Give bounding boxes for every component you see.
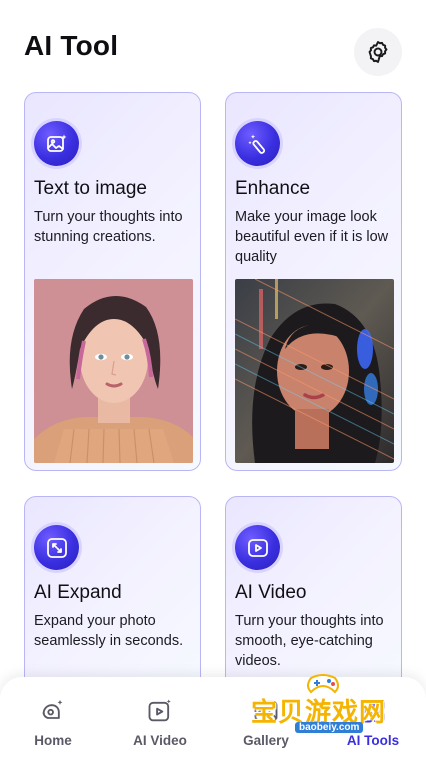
video-play-icon xyxy=(148,699,171,722)
page-title: AI Tool xyxy=(24,30,119,61)
tools-icon xyxy=(361,699,385,723)
settings-button[interactable] xyxy=(354,28,402,76)
card-title: Text to image xyxy=(34,178,147,199)
tool-card-enhance[interactable]: Enhance Make your image look beautiful e… xyxy=(225,92,402,471)
nav-label: AI Video xyxy=(133,733,187,748)
gear-icon xyxy=(368,41,388,63)
image-sparkle-icon xyxy=(34,121,79,166)
nav-label: Home xyxy=(34,733,72,748)
tool-card-ai-video[interactable]: AI Video Turn your thoughts into smooth,… xyxy=(225,496,402,696)
tool-card-text-to-image[interactable]: Text to image Turn your thoughts into st… xyxy=(24,92,201,471)
home-sparkle-icon xyxy=(42,699,63,719)
magic-wand-icon xyxy=(235,121,280,166)
tool-card-ai-expand[interactable]: AI Expand Expand your photo seamlessly i… xyxy=(24,496,201,696)
nav-label: AI Tools xyxy=(346,733,400,748)
nav-item-ai-video[interactable]: AI Video xyxy=(120,697,200,753)
card-description: Expand your photo seamlessly in seconds. xyxy=(34,613,184,649)
card-title: AI Expand xyxy=(34,582,122,603)
nav-item-home[interactable]: Home xyxy=(13,697,93,753)
expand-arrows-icon xyxy=(34,525,79,570)
card-description: Turn your thoughts into smooth, eye-catc… xyxy=(235,613,384,669)
nav-item-ai-tools[interactable]: AI Tools xyxy=(333,697,413,753)
nav-label: Gallery xyxy=(243,733,289,748)
portrait-image xyxy=(235,279,394,463)
bottom-nav: Home AI Video Gallery AI Tools xyxy=(0,677,426,759)
header: AI Tool xyxy=(0,0,426,92)
card-description: Make your image look beautiful even if i… xyxy=(235,209,389,265)
card-title: AI Video xyxy=(235,582,307,603)
gallery-icon xyxy=(254,700,278,722)
card-description: Turn your thoughts into stunning creatio… xyxy=(34,209,183,245)
video-play-icon xyxy=(235,525,280,570)
nav-item-gallery[interactable]: Gallery xyxy=(226,697,306,753)
card-title: Enhance xyxy=(235,178,311,199)
portrait-image xyxy=(34,279,193,463)
